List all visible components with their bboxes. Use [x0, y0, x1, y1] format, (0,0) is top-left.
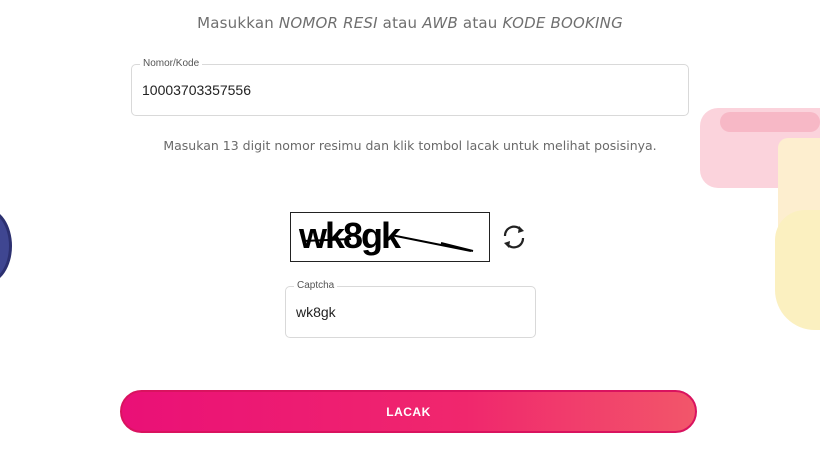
- instruction-term-kode-booking: KODE BOOKING: [502, 14, 623, 32]
- resi-field: Nomor/Kode: [131, 58, 689, 116]
- instruction-join: atau: [457, 14, 503, 32]
- instruction-term-nomor-resi: NOMOR RESI: [278, 14, 378, 32]
- decorative-shape-left: [0, 208, 12, 284]
- decorative-shape-right-yellow: [775, 210, 820, 330]
- captcha-noise-lines: [302, 234, 474, 252]
- instruction-join: atau: [377, 14, 423, 32]
- resi-input[interactable]: [142, 65, 643, 115]
- captcha-input[interactable]: [296, 287, 521, 337]
- instruction-prefix: Masukkan: [197, 14, 279, 32]
- instruction-term-awb: AWB: [422, 14, 458, 32]
- captcha-field: Captcha: [285, 280, 536, 338]
- decorative-shape-right-stripe: [720, 112, 820, 132]
- captcha-image: wk8gk: [290, 212, 490, 262]
- helper-text: Masukan 13 digit nomor resimu dan klik t…: [163, 138, 657, 153]
- captcha-refresh-button[interactable]: [498, 221, 530, 253]
- refresh-icon: [503, 225, 525, 249]
- instruction-title: Masukkan NOMOR RESI atau AWB atau KODE B…: [0, 14, 820, 32]
- lacak-button[interactable]: LACAK: [120, 390, 697, 433]
